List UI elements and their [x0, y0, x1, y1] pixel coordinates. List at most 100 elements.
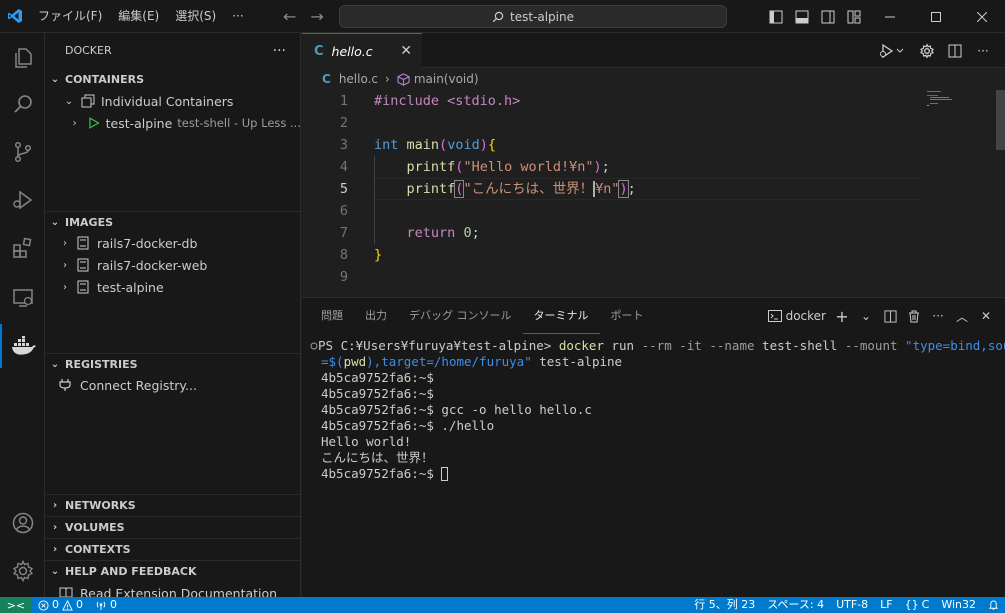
images-section-header[interactable]: ⌄ IMAGES [45, 211, 300, 233]
back-arrow-icon[interactable]: ← [283, 7, 296, 26]
ports-status[interactable]: 0 [89, 597, 123, 613]
split-terminal-icon[interactable] [879, 305, 901, 327]
breadcrumb-file[interactable]: hello.c [339, 72, 378, 86]
help-section-header[interactable]: ⌄ HELP AND FEEDBACK [45, 560, 300, 582]
extensions-icon[interactable] [0, 226, 45, 270]
new-terminal-icon[interactable]: + [831, 305, 853, 327]
editor-settings-gear-icon[interactable] [915, 39, 939, 63]
terminal-line: 4b5ca9752fa6:~$ [321, 466, 442, 481]
maximize-panel-icon[interactable]: ︿ [951, 305, 973, 327]
tab-hello-c[interactable]: C hello.c ✕ [302, 33, 422, 68]
image-icon [77, 236, 89, 250]
tab-terminal[interactable]: ターミナル [522, 299, 600, 334]
encoding[interactable]: UTF-8 [830, 597, 874, 613]
kill-terminal-trash-icon[interactable] [903, 305, 925, 327]
line-number: 9 [339, 269, 348, 285]
search-view-icon[interactable] [0, 82, 45, 126]
menu-file[interactable]: ファイル(F) [30, 0, 110, 33]
contexts-section-header[interactable]: › CONTEXTS [45, 538, 300, 560]
menu-selection[interactable]: 選択(S) [167, 0, 224, 33]
split-editor-icon[interactable] [943, 39, 967, 63]
connect-registry-item[interactable]: Connect Registry... [45, 374, 300, 396]
terminal-output[interactable]: PS C:¥Users¥furuya¥test-alpine> docker r… [302, 338, 1005, 482]
tab-ports[interactable]: ポート [600, 299, 655, 333]
platform[interactable]: Win32 [935, 597, 982, 613]
settings-gear-icon[interactable] [0, 549, 45, 593]
customize-layout-icon[interactable] [841, 0, 867, 33]
terminal-line: Hello world! [321, 434, 412, 449]
image-icon [77, 258, 89, 272]
terminal-prompt: PS C:¥Users¥furuya¥test-alpine> [318, 338, 559, 353]
remote-indicator-icon[interactable]: >< [0, 597, 32, 613]
minimize-icon[interactable] [867, 0, 913, 33]
run-debug-icon[interactable] [0, 178, 45, 222]
language-mode[interactable]: {} C [899, 597, 936, 613]
read-documentation-item[interactable]: Read Extension Documentation [45, 582, 300, 597]
line-number: 1 [339, 93, 348, 109]
maximize-icon[interactable] [913, 0, 959, 33]
chevron-right-icon: › [52, 500, 58, 511]
tab-debug-console[interactable]: デバッグ コンソール [398, 299, 523, 333]
line-number: 4 [339, 159, 348, 175]
chevron-right-icon: › [63, 259, 67, 271]
breadcrumb-symbol[interactable]: main(void) [414, 72, 479, 86]
docker-icon[interactable] [0, 324, 45, 368]
problems-status[interactable]: 0 0 [32, 597, 89, 613]
minimap[interactable] [927, 90, 997, 150]
braces-icon: {} [904, 598, 919, 611]
terminal-line: 4b5ca9752fa6:~$ gcc -o hello hello.c [321, 402, 592, 417]
networks-section-header[interactable]: › NETWORKS [45, 494, 300, 516]
explorer-icon[interactable] [0, 36, 45, 80]
chevron-right-icon: › [52, 522, 58, 533]
warning-count: 0 [76, 598, 83, 611]
editor-tab-bar: C hello.c ✕ ··· [302, 33, 1005, 68]
more-actions-icon[interactable]: ··· [971, 39, 995, 63]
language-label: C [921, 598, 930, 611]
code-line: return 0; [406, 225, 480, 241]
toggle-panel-icon[interactable] [789, 0, 815, 33]
close-window-icon[interactable] [959, 0, 1005, 33]
close-tab-icon[interactable]: ✕ [400, 43, 412, 59]
image-item[interactable]: › test-alpine [45, 276, 300, 298]
tab-problems[interactable]: 問題 [310, 299, 354, 333]
breadcrumb: C hello.c › main(void) [302, 68, 1005, 90]
toggle-secondary-sidebar-icon[interactable] [815, 0, 841, 33]
cursor-position[interactable]: 行 5、列 23 [688, 597, 761, 613]
status-bar: >< 0 0 0 行 5、列 23 スペース: 4 UTF-8 LF {} C W… [0, 597, 1005, 613]
account-icon[interactable] [0, 501, 45, 545]
terminal-dropdown-icon[interactable]: ⌄ [855, 305, 877, 327]
code-editor[interactable]: 1 #include <stdio.h> 2 3 int main(void){ 4… [302, 90, 1005, 297]
search-icon [492, 11, 504, 22]
end-of-line[interactable]: LF [874, 597, 898, 613]
menu-edit[interactable]: 編集(E) [110, 0, 167, 33]
command-center-search[interactable]: test-alpine [339, 5, 727, 28]
vscode-logo-icon [0, 0, 30, 33]
source-control-icon[interactable] [0, 130, 45, 174]
terminal-subcommand: pwd [343, 354, 367, 369]
registries-section-header[interactable]: ⌄ REGISTRIES [45, 353, 300, 375]
command-center-label: test-alpine [509, 9, 574, 24]
editor-scrollbar[interactable] [996, 90, 1005, 150]
indentation[interactable]: スペース: 4 [761, 597, 830, 613]
tab-output[interactable]: 出力 [354, 299, 398, 333]
notifications-bell-icon[interactable] [982, 599, 1005, 611]
activity-bar [0, 33, 45, 597]
run-debug-dropdown-icon[interactable] [875, 39, 911, 63]
individual-containers-group[interactable]: ⌄ Individual Containers [45, 90, 300, 112]
panel-more-icon[interactable]: ··· [927, 305, 949, 327]
volumes-section-header[interactable]: › VOLUMES [45, 516, 300, 538]
containers-section-header[interactable]: ⌄ CONTAINERS [45, 68, 300, 90]
close-panel-icon[interactable]: ✕ [975, 305, 997, 327]
terminal-string: ),target=/home/furuya" [366, 354, 532, 369]
sidebar-more-icon[interactable]: ··· [273, 43, 286, 59]
forward-arrow-icon[interactable]: → [310, 7, 323, 26]
container-item-test-alpine[interactable]: › test-alpine test-shell - Up Less ... [45, 112, 300, 134]
remote-explorer-icon[interactable] [0, 276, 45, 320]
terminal-selector[interactable]: docker [765, 305, 829, 327]
image-item[interactable]: › rails7-docker-web [45, 254, 300, 276]
menu-more[interactable]: ··· [224, 0, 251, 33]
image-item[interactable]: › rails7-docker-db [45, 232, 300, 254]
terminal-text: test-alpine [531, 354, 623, 369]
plug-icon [59, 379, 71, 391]
toggle-primary-sidebar-icon[interactable] [763, 0, 789, 33]
